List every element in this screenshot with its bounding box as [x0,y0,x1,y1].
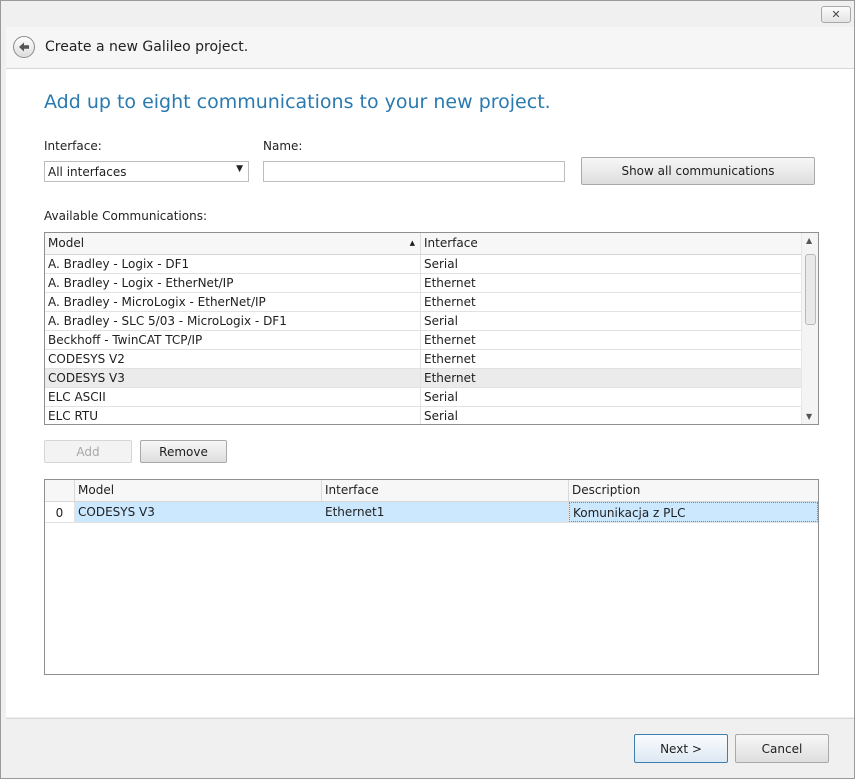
cell-description[interactable]: Komunikacja z PLC [569,502,818,522]
close-button[interactable]: ✕ [821,6,851,23]
sort-ascending-icon: ▲ [409,239,415,247]
cell-interface: Ethernet1 [322,502,569,522]
available-communications-grid: Model ▲ Interface A. Bradley - Logix - D… [44,232,819,425]
scroll-down-icon[interactable]: ▼ [806,412,812,421]
close-icon: ✕ [831,8,841,21]
name-label: Name: [263,139,303,153]
selected-communications-grid: Model Interface Description 0 CODESYS V3 E… [44,479,819,675]
back-arrow-icon [19,42,29,52]
table-row[interactable]: A. Bradley - MicroLogix - EtherNet/IP Eth… [45,293,801,312]
cell-interface: Ethernet [424,352,476,366]
grid-header: Model ▲ Interface [45,233,801,255]
cell-model: CODESYS V3 [75,502,322,522]
table-row[interactable]: CODESYS V2 Ethernet [45,350,801,369]
column-header-description[interactable]: Description [569,480,818,501]
chevron-down-icon: ▼ [236,164,243,174]
cell-interface: Ethernet [424,371,476,385]
column-header-model[interactable]: Model ▲ [45,233,421,254]
table-row[interactable]: A. Bradley - Logix - EtherNet/IP Ethernet [45,274,801,293]
wizard-content: Add up to eight communications to your n… [6,69,854,717]
remove-button[interactable]: Remove [140,440,227,463]
table-row[interactable]: 0 CODESYS V3 Ethernet1 Komunikacja z PLC [45,502,818,523]
cell-interface: Ethernet [424,295,476,309]
table-row[interactable]: A. Bradley - SLC 5/03 - MicroLogix - DF1… [45,312,801,331]
column-header-model-label: Model [48,236,85,250]
wizard-header: Create a new Galileo project. [6,27,854,69]
table-row[interactable]: Beckhoff - TwinCAT TCP/IP Ethernet [45,331,801,350]
cell-model: A. Bradley - SLC 5/03 - MicroLogix - DF1 [45,312,421,331]
cell-model: A. Bradley - MicroLogix - EtherNet/IP [45,293,421,312]
column-header-index [45,480,75,501]
name-input[interactable] [263,161,565,182]
cell-model: A. Bradley - Logix - EtherNet/IP [45,274,421,293]
scroll-thumb[interactable] [805,254,816,325]
cell-index: 0 [45,502,75,522]
cancel-button[interactable]: Cancel [735,734,829,763]
cell-model: ELC ASCII [45,388,421,407]
next-button-label: Next > [660,741,702,756]
available-communications-label: Available Communications: [44,209,208,223]
wizard-title: Create a new Galileo project. [45,39,249,55]
grid-header: Model Interface Description [45,480,818,502]
column-header-interface[interactable]: Interface [322,480,569,501]
cell-model: CODESYS V2 [45,350,421,369]
next-button[interactable]: Next > [634,734,728,763]
cell-interface: Ethernet [424,276,476,290]
scroll-up-icon[interactable]: ▲ [806,236,812,245]
cell-model: CODESYS V3 [45,369,421,388]
table-row[interactable]: CODESYS V3 Ethernet [45,369,801,388]
back-button[interactable] [13,36,35,58]
cell-model: Beckhoff - TwinCAT TCP/IP [45,331,421,350]
cell-interface: Serial [424,390,458,404]
column-header-interface[interactable]: Interface [421,233,801,254]
cell-interface: Serial [424,257,458,271]
wizard-footer: Next > Cancel [6,718,854,778]
table-row[interactable]: ELC RTU Serial [45,407,801,424]
add-button[interactable]: Add [44,440,132,463]
table-row[interactable]: A. Bradley - Logix - DF1 Serial [45,255,801,274]
interface-dropdown-value: All interfaces [48,165,127,179]
vertical-scrollbar[interactable]: ▲ ▼ [801,233,818,424]
dialog-window: ✕ Create a new Galileo project. Add up t… [0,0,855,779]
cell-interface: Ethernet [424,333,476,347]
page-heading: Add up to eight communications to your n… [44,91,551,113]
show-all-communications-button[interactable]: Show all communications [581,157,815,185]
column-header-model[interactable]: Model [75,480,322,501]
interface-label: Interface: [44,139,102,153]
cell-model: ELC RTU [45,407,421,424]
cell-interface: Serial [424,314,458,328]
table-row[interactable]: ELC ASCII Serial [45,388,801,407]
interface-dropdown[interactable]: All interfaces ▼ [44,161,249,182]
cell-interface: Serial [424,409,458,423]
cell-model: A. Bradley - Logix - DF1 [45,255,421,274]
